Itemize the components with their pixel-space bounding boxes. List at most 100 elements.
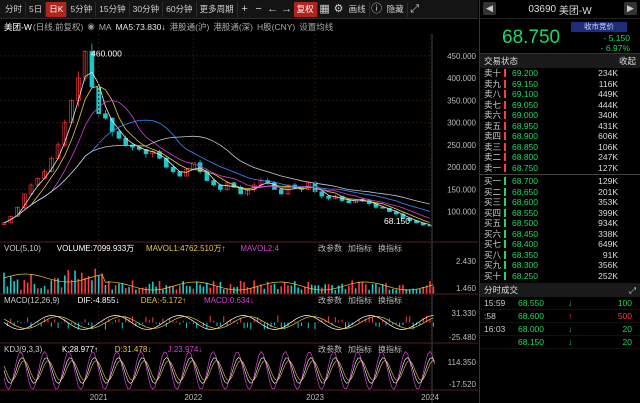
- volume-bar: [138, 288, 141, 294]
- panel-button[interactable]: 换指标: [378, 243, 402, 253]
- more-periods-dropdown[interactable]: 更多周期: [197, 1, 238, 17]
- ask-row[interactable]: 卖三 68.850 106K: [480, 142, 640, 153]
- panel-button[interactable]: 加指标: [348, 295, 372, 305]
- panel-button[interactable]: 加指标: [348, 243, 372, 253]
- panel-button[interactable]: 换指标: [378, 295, 402, 305]
- left-arrow-icon[interactable]: ←: [266, 2, 280, 17]
- ask-row[interactable]: 卖六 69.000 340K: [480, 110, 640, 121]
- info-icon[interactable]: ⓘ: [370, 2, 384, 17]
- y-tick-label: 350.000: [447, 96, 476, 105]
- expand-trades-icon[interactable]: ⤢: [629, 285, 636, 296]
- candle-body: [380, 206, 385, 209]
- ask-row[interactable]: 卖一 68.750 127K: [480, 163, 640, 174]
- candle-body: [326, 195, 331, 199]
- volume-bar: [155, 286, 157, 294]
- orderbook-header: 交易状态 收起: [480, 54, 640, 68]
- right-arrow-icon[interactable]: →: [280, 2, 294, 17]
- bid-level: 买五: [484, 218, 502, 228]
- trade-price: 68.150: [518, 337, 544, 347]
- volume-bar: [310, 284, 313, 294]
- volume-bar: [145, 286, 147, 294]
- tab-intraday[interactable]: 分时: [2, 1, 27, 17]
- ask-row[interactable]: 卖九 69.150 116K: [480, 79, 640, 90]
- bid-row[interactable]: 买七 68.400 649K: [480, 239, 640, 250]
- bid-level: 买六: [484, 228, 502, 239]
- bid-row[interactable]: 买九 68.300 356K: [480, 260, 640, 271]
- volume-bar: [148, 284, 151, 294]
- quote-stock-name: 美团-W: [558, 5, 592, 17]
- level-bar: [504, 90, 506, 99]
- tab-5day[interactable]: 5日: [26, 1, 47, 17]
- volume-bar: [175, 289, 178, 294]
- volume-bar: [23, 280, 26, 294]
- settings-icon[interactable]: ⚙: [332, 2, 346, 17]
- minus-icon[interactable]: −: [252, 2, 266, 17]
- hk-connect-sh[interactable]: 港股通(沪): [170, 21, 210, 33]
- volume-bar: [392, 288, 394, 294]
- last-price: 68.750: [502, 27, 561, 48]
- bid-row[interactable]: 买八 68.350 91K: [480, 250, 640, 261]
- hk-connect-sz[interactable]: 港股通(深): [213, 21, 253, 33]
- volume-bar: [80, 272, 83, 294]
- volume-bar: [202, 286, 205, 294]
- ask-row[interactable]: 卖八 69.100 449K: [480, 89, 640, 100]
- panel-button[interactable]: 改参数: [318, 344, 342, 354]
- vol-name-label: VOL(5,10): [4, 244, 41, 253]
- volume-bar: [432, 286, 435, 294]
- ma-line: [3, 99, 431, 224]
- price-block: 68.750 收市竞价 - 5.150- 6.97%: [480, 19, 640, 54]
- panel-button[interactable]: 改参数: [318, 295, 342, 305]
- eye-icon[interactable]: ◉: [87, 21, 94, 32]
- ask-row[interactable]: 卖十 69.200 234K: [480, 68, 640, 79]
- ask-row[interactable]: 卖五 68.950 431K: [480, 121, 640, 132]
- collapse-button[interactable]: 收起: [619, 55, 636, 67]
- volume-bar: [385, 283, 387, 294]
- panel-button[interactable]: 改参数: [318, 243, 342, 253]
- bid-row[interactable]: 买十 68.250 252K: [480, 271, 640, 282]
- h-share-cny[interactable]: H股(CNY): [257, 21, 295, 33]
- bid-row[interactable]: 买四 68.550 399K: [480, 208, 640, 219]
- panel-button[interactable]: 加指标: [348, 344, 372, 354]
- draw-line-button[interactable]: 画线: [346, 1, 370, 17]
- set-ma-button[interactable]: 设置均线: [299, 21, 333, 33]
- ask-row[interactable]: 卖四 68.900 606K: [480, 131, 640, 142]
- candle-body: [319, 191, 325, 197]
- volume-bar: [236, 286, 239, 294]
- volume-bar: [226, 288, 228, 294]
- trade-price: 68.000: [518, 324, 544, 334]
- bid-row[interactable]: 买五 68.500 934K: [480, 218, 640, 229]
- bid-row[interactable]: 买三 68.600 353K: [480, 197, 640, 208]
- tab-60min[interactable]: 60分钟: [163, 1, 197, 17]
- next-stock-icon[interactable]: ▶: [624, 2, 637, 15]
- ask-level: 卖五: [484, 120, 502, 131]
- bid-volume: 399K: [598, 207, 618, 218]
- bid-price: 68.700: [512, 176, 538, 186]
- tab-5min[interactable]: 5分钟: [67, 1, 97, 17]
- trade-time: 15:59: [484, 298, 506, 308]
- bid-row[interactable]: 买一 68.700 129K: [480, 176, 640, 187]
- expand-icon[interactable]: ⤢: [408, 2, 422, 17]
- x-tick-label: 2023: [306, 393, 324, 402]
- tab-30min[interactable]: 30分钟: [130, 1, 164, 17]
- level-bar: [504, 208, 506, 217]
- ask-row[interactable]: 卖二 68.800 247K: [480, 152, 640, 163]
- candle-body: [163, 157, 169, 168]
- volume-bar: [50, 280, 53, 294]
- add-icon[interactable]: +: [238, 2, 252, 17]
- candle-body: [427, 224, 433, 227]
- adjust-dropdown[interactable]: 复权: [293, 1, 318, 17]
- bid-row[interactable]: 买二 68.650 201K: [480, 187, 640, 198]
- hide-button[interactable]: 隐藏: [384, 1, 408, 17]
- kline-chart[interactable]: 450.000 400.000 350.000 300.000 250.000 200.0…: [0, 34, 478, 403]
- prev-stock-icon[interactable]: ◀: [483, 2, 496, 15]
- trade-price: 68.600: [518, 311, 544, 321]
- ask-row[interactable]: 卖七 69.050 444K: [480, 100, 640, 111]
- grid-icon[interactable]: ▦: [318, 2, 332, 17]
- tab-15min[interactable]: 15分钟: [96, 1, 130, 17]
- bid-row[interactable]: 买六 68.450 338K: [480, 229, 640, 240]
- tab-daily-k[interactable]: 日K: [46, 1, 68, 17]
- kdj-j-label: J:23.974↓: [168, 345, 203, 354]
- y-tick-label: 450.000: [447, 52, 476, 61]
- volume-bar: [415, 288, 418, 294]
- ask-volume: 127K: [598, 162, 618, 173]
